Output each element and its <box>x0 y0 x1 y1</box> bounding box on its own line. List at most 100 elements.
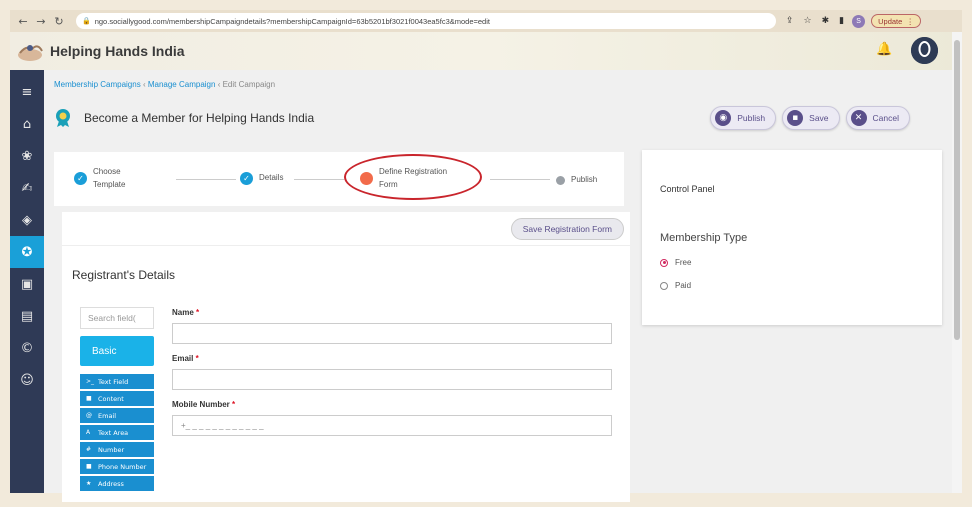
terminal-icon: >_ <box>86 378 95 385</box>
home-icon[interactable]: ⌂ <box>10 108 44 140</box>
sidepanel-icon[interactable]: ▮ <box>839 16 844 26</box>
field-type-text-field[interactable]: >_ Text Field <box>80 374 154 389</box>
ribbon-award-icon <box>56 109 70 127</box>
back-icon[interactable]: ← <box>16 15 30 28</box>
field-type-email[interactable]: @ Email <box>80 408 154 423</box>
reload-icon[interactable]: ↻ <box>52 15 66 28</box>
contacts-icon[interactable]: ▣ <box>10 268 44 300</box>
option-label: Free <box>675 258 692 267</box>
app-header: Helping Hands India 🔔 <box>10 32 962 70</box>
email-field-group: Email * <box>172 354 612 390</box>
field-type-label: Content <box>98 394 124 403</box>
notification-bell-icon[interactable]: 🔔 <box>876 42 892 58</box>
field-type-list: >_ Text Field ■ Content @ Email A Text Area … <box>80 374 154 493</box>
step-label: Template <box>93 179 126 189</box>
page-title-row: Become a Member for Helping Hands India <box>54 108 314 128</box>
radio-selected-icon[interactable] <box>660 258 668 267</box>
donation-hand-icon[interactable]: ✍ <box>10 172 44 204</box>
mobile-field-group: Mobile Number * +_ _ _ _ _ _ _ _ _ _ _ _ <box>172 400 612 436</box>
ngo-icon[interactable]: ▤ <box>10 300 44 332</box>
breadcrumb-manage-campaign[interactable]: Manage Campaign <box>148 80 216 89</box>
search-field-input[interactable]: Search field( <box>80 307 154 329</box>
breadcrumb-separator: ‹ <box>142 80 146 89</box>
extensions-icon[interactable]: ✱ <box>822 16 830 26</box>
field-type-number[interactable]: # Number <box>80 442 154 457</box>
address-bar[interactable]: 🔒 ngo.sociallygood.com/membershipCampaig… <box>76 13 776 29</box>
phone-icon: ■ <box>86 463 92 470</box>
publish-button[interactable]: ◉ Publish <box>710 106 777 130</box>
save-button[interactable]: ▪ Save <box>782 106 840 130</box>
save-label: Save <box>809 113 829 123</box>
membership-type-heading: Membership Type <box>660 232 748 244</box>
email-label: Email <box>172 354 194 363</box>
csr-icon[interactable]: © <box>10 332 44 364</box>
bookmark-star-icon[interactable]: ☆ <box>804 16 812 26</box>
membership-ribbon-icon[interactable]: ✪ <box>10 236 44 268</box>
option-label: Paid <box>675 281 692 290</box>
brand-name: Helping Hands India <box>50 43 185 59</box>
field-type-label: Email <box>98 411 117 420</box>
cancel-label: Cancel <box>872 113 899 123</box>
field-type-label: Number <box>98 445 125 454</box>
email-input[interactable] <box>172 369 612 390</box>
hamburger-menu-icon[interactable]: ≡ <box>10 76 44 108</box>
scrollbar-thumb[interactable] <box>954 40 960 340</box>
name-field-group: Name * <box>172 308 612 344</box>
page-title: Become a Member for Helping Hands India <box>84 111 315 125</box>
page-scrollbar[interactable] <box>952 32 962 493</box>
helping-hands-logo-icon <box>18 45 43 61</box>
step-connector <box>294 179 344 180</box>
field-type-label: Address <box>98 479 124 488</box>
field-type-label: Text Area <box>98 428 129 437</box>
radio-unselected-icon[interactable] <box>660 281 668 290</box>
update-button[interactable]: Update ⋮ <box>871 14 921 28</box>
home-address-icon: ★ <box>86 480 92 487</box>
basic-fields-button[interactable]: Basic <box>80 336 154 366</box>
breadcrumb-membership-campaigns[interactable]: Membership Campaigns <box>54 80 141 89</box>
save-disk-icon: ▪ <box>787 110 804 126</box>
field-type-address[interactable]: ★ Address <box>80 476 154 491</box>
membership-type-free-option[interactable]: Free <box>660 258 691 267</box>
name-input[interactable] <box>172 323 612 344</box>
mobile-number-input[interactable]: +_ _ _ _ _ _ _ _ _ _ _ _ <box>172 415 612 436</box>
lotus-icon[interactable]: ❀ <box>10 140 44 172</box>
step-label: Choose <box>93 167 121 176</box>
mobile-label: Mobile Number <box>172 400 230 409</box>
at-icon: @ <box>86 412 92 419</box>
user-avatar[interactable] <box>911 37 938 64</box>
share-icon[interactable]: ⇪ <box>786 16 794 26</box>
sidebar: ≡ ⌂ ❀ ✍ ◈ ✪ ▣ ▤ © ☺ <box>10 70 44 493</box>
user-silhouette-icon <box>911 37 938 64</box>
forward-icon[interactable]: → <box>34 15 48 28</box>
field-type-content[interactable]: ■ Content <box>80 391 154 406</box>
main-content: Membership Campaigns ‹ Manage Campaign ‹… <box>44 70 952 502</box>
field-type-label: Phone Number <box>98 462 147 471</box>
url-text: ngo.sociallygood.com/membershipCampaignd… <box>94 16 490 26</box>
registration-form-card: Save Registration Form Registrant's Deta… <box>62 212 630 502</box>
cancel-button[interactable]: ✕ Cancel <box>845 106 910 130</box>
check-icon: ✓ <box>240 172 253 185</box>
save-registration-form-button[interactable]: Save Registration Form <box>510 218 624 240</box>
step-choose-template[interactable]: ✓ Choose Template <box>74 166 125 192</box>
section-title: Registrant's Details <box>72 268 175 282</box>
hash-icon: # <box>86 446 92 453</box>
breadcrumb-separator: ‹ <box>217 80 221 89</box>
form-topbar: Save Registration Form <box>62 212 630 246</box>
publish-label: Publish <box>737 113 766 123</box>
update-label: Update <box>878 16 903 26</box>
browser-toolbar: ← → ↻ 🔒 ngo.sociallygood.com/membershipC… <box>10 10 962 32</box>
step-details[interactable]: ✓ Details <box>240 172 283 185</box>
step-connector <box>490 179 550 180</box>
step-publish[interactable]: Publish <box>556 174 597 187</box>
required-asterisk: * <box>196 308 200 317</box>
profile-avatar[interactable]: S <box>852 14 866 28</box>
control-panel-title: Control Panel <box>660 184 715 194</box>
step-label: Publish <box>571 175 598 184</box>
users-group-icon[interactable]: ☺ <box>10 364 44 396</box>
badge-icon[interactable]: ◈ <box>10 204 44 236</box>
breadcrumb: Membership Campaigns ‹ Manage Campaign ‹… <box>54 80 275 89</box>
field-type-text-area[interactable]: A Text Area <box>80 425 154 440</box>
text-icon: A <box>86 429 91 436</box>
membership-type-paid-option[interactable]: Paid <box>660 281 691 290</box>
field-type-phone-number[interactable]: ■ Phone Number <box>80 459 154 474</box>
